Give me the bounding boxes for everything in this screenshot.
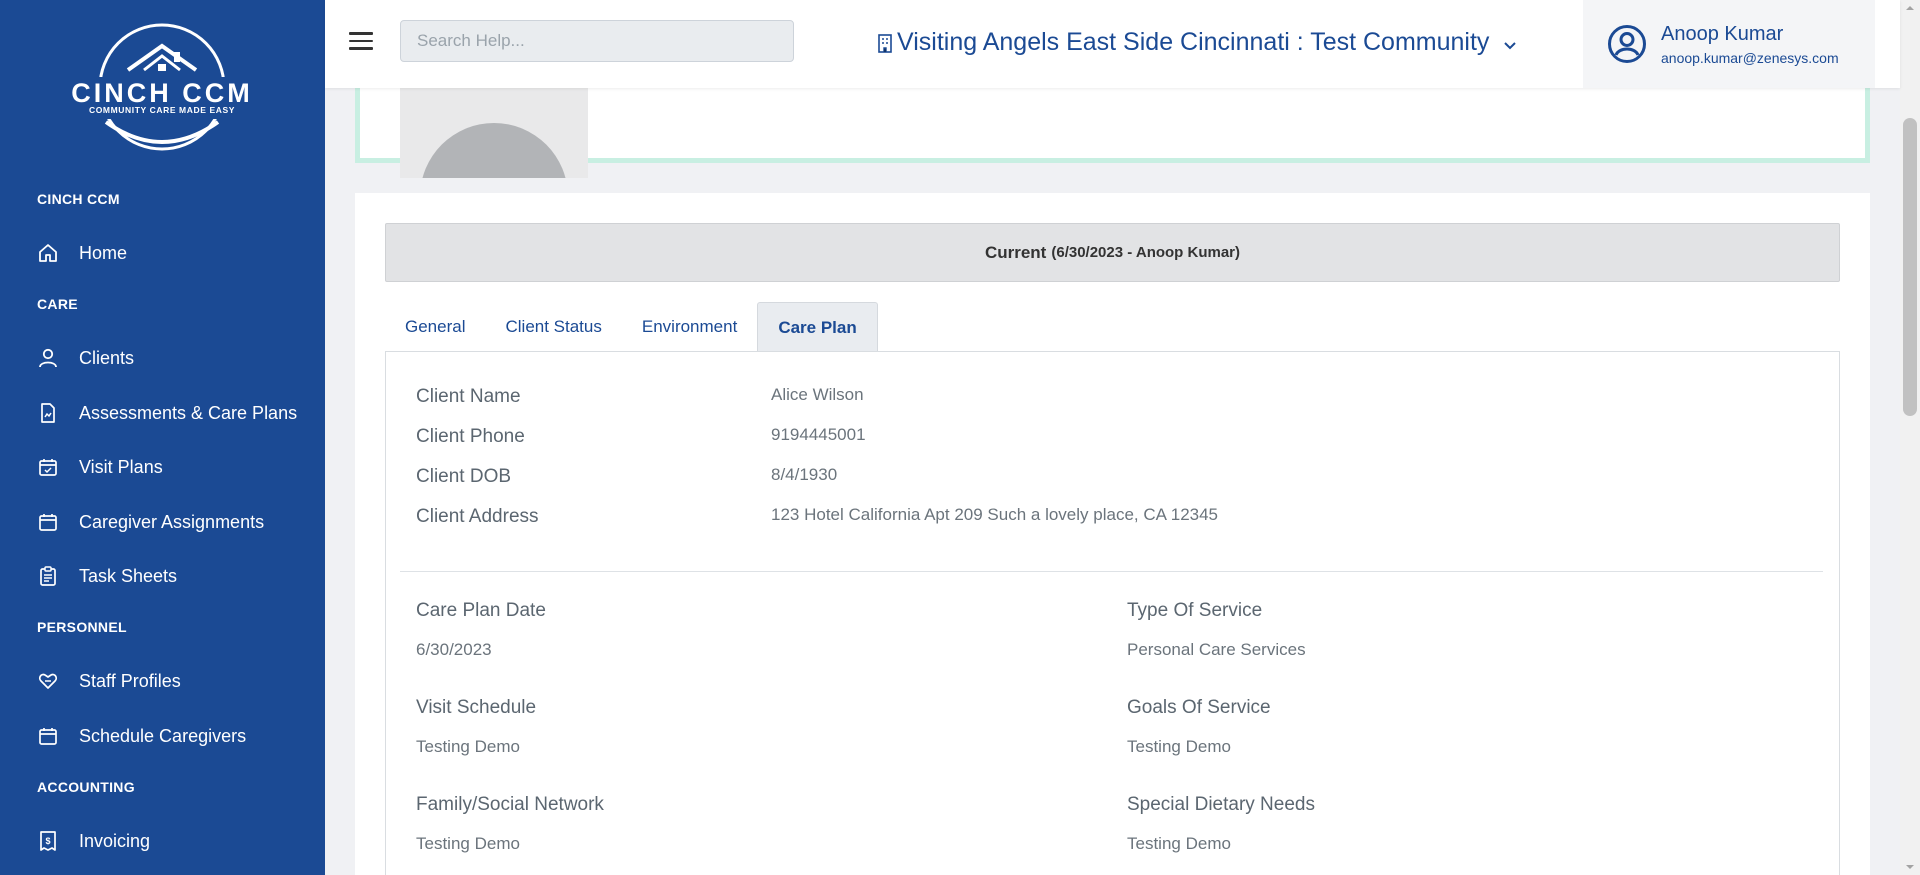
client-name-label: Client Name <box>416 386 521 407</box>
client-phone-label: Client Phone <box>416 426 525 447</box>
sidebar-item-label: Clients <box>79 347 135 368</box>
client-address-label: Client Address <box>416 506 539 527</box>
sidebar-item-label: Invoicing <box>79 830 151 851</box>
type-of-service-field: Type Of Service Personal Care Services <box>1127 600 1306 660</box>
sidebar-item-label: Home <box>79 242 128 263</box>
svg-text:$: $ <box>45 836 50 846</box>
sidebar-item-schedule-caregivers[interactable]: Schedule Caregivers <box>0 713 325 759</box>
sidebar-item-visit-plans[interactable]: Visit Plans <box>0 444 325 490</box>
chevron-down-icon <box>1503 38 1517 49</box>
sidebar-item-invoicing[interactable]: $ Invoicing <box>0 818 325 864</box>
current-label: Current <box>984 242 1047 262</box>
section-personnel: PERSONNEL <box>37 619 127 635</box>
divider <box>400 571 1823 572</box>
sidebar-item-task-sheets[interactable]: Task Sheets <box>0 553 325 599</box>
clipboard-icon <box>37 565 59 587</box>
care-plan-card: Current (6/30/2023 - Anoop Kumar) Genera… <box>355 193 1870 875</box>
scroll-down-arrow-icon[interactable] <box>1900 859 1920 875</box>
field-label: Special Dietary Needs <box>1127 794 1315 815</box>
home-icon <box>37 242 59 264</box>
building-icon <box>877 33 895 53</box>
sidebar-item-caregiver-assignments[interactable]: Caregiver Assignments <box>0 499 325 545</box>
field-label: Family/Social Network <box>416 794 604 815</box>
tab-care-plan[interactable]: Care Plan <box>757 302 878 352</box>
field-label: Visit Schedule <box>416 697 537 718</box>
goals-of-service-field: Goals Of Service Testing Demo <box>1127 697 1271 757</box>
sidebar-item-home[interactable]: Home <box>0 230 325 276</box>
client-phone-value: 9194445001 <box>771 425 866 444</box>
current-detail: (6/30/2023 - Anoop Kumar) <box>1051 244 1241 261</box>
client-dob-value: 8/4/1930 <box>771 465 838 484</box>
sidebar-item-clients[interactable]: Clients <box>0 335 325 381</box>
tab-general[interactable]: General <box>385 302 485 352</box>
heart-hand-icon <box>37 670 59 692</box>
client-photo-placeholder <box>400 80 588 178</box>
client-dob-label: Client DOB <box>416 466 512 487</box>
care-plan-date-field: Care Plan Date 6/30/2023 <box>416 600 546 660</box>
client-name-value: Alice Wilson <box>771 385 864 404</box>
field-value: Testing Demo <box>416 737 520 756</box>
svg-text:COMMUNITY CARE MADE EASY: COMMUNITY CARE MADE EASY <box>89 105 235 115</box>
search-input[interactable] <box>400 20 794 62</box>
section-cinch-ccm: CINCH CCM <box>37 191 120 207</box>
visit-schedule-field: Visit Schedule Testing Demo <box>416 697 536 757</box>
field-label: Goals Of Service <box>1127 697 1271 718</box>
sidebar: CINCH CCM COMMUNITY CARE MADE EASY CINCH… <box>0 0 325 875</box>
field-value: Testing Demo <box>1127 737 1231 756</box>
section-accounting: ACCOUNTING <box>37 779 135 795</box>
calendar-icon <box>37 725 59 747</box>
svg-text:CINCH CCM: CINCH CCM <box>71 78 253 108</box>
invoice-icon: $ <box>37 830 59 852</box>
sidebar-item-label: Staff Profiles <box>79 670 181 691</box>
calendar-icon <box>37 511 59 533</box>
community-name: Visiting Angels East Side Cincinnati : T… <box>897 28 1490 56</box>
sidebar-item-label: Task Sheets <box>79 565 178 586</box>
field-value: Testing Demo <box>416 834 520 853</box>
scrollbar-thumb[interactable] <box>1903 118 1917 416</box>
sidebar-item-label: Assessments & Care Plans <box>79 402 298 423</box>
field-value: 6/30/2023 <box>416 640 492 659</box>
special-dietary-needs-field: Special Dietary Needs Testing Demo <box>1127 794 1315 854</box>
client-address-value: 123 Hotel California Apt 209 Such a love… <box>771 505 1219 524</box>
community-selector[interactable]: Visiting Angels East Side Cincinnati : T… <box>877 28 1517 57</box>
calendar-plan-icon <box>37 456 59 478</box>
sidebar-item-label: Schedule Caregivers <box>79 725 247 746</box>
user-icon <box>37 347 59 369</box>
top-header: Visiting Angels East Side Cincinnati : T… <box>325 0 1900 88</box>
current-version-banner: Current (6/30/2023 - Anoop Kumar) <box>385 223 1840 282</box>
sidebar-item-assessments-care-plans[interactable]: Assessments & Care Plans <box>0 390 325 436</box>
user-avatar-icon <box>1607 24 1647 64</box>
scroll-up-arrow-icon[interactable] <box>1900 0 1920 16</box>
care-plan-panel: Client Name Alice Wilson Client Phone 91… <box>385 351 1840 875</box>
document-chart-icon <box>37 402 59 424</box>
cinch-ccm-logo[interactable]: CINCH CCM COMMUNITY CARE MADE EASY <box>66 22 258 152</box>
user-menu[interactable]: Anoop Kumar anoop.kumar@zenesys.com <box>1583 0 1875 88</box>
user-name: Anoop Kumar <box>1661 22 1784 45</box>
user-email: anoop.kumar@zenesys.com <box>1661 49 1839 66</box>
tab-bar: General Client Status Environment Care P… <box>385 302 878 352</box>
family-social-network-field: Family/Social Network Testing Demo <box>416 794 604 854</box>
tab-client-status[interactable]: Client Status <box>485 302 621 352</box>
field-label: Type Of Service <box>1127 600 1263 621</box>
field-value: Personal Care Services <box>1127 640 1306 659</box>
section-care: CARE <box>37 296 78 312</box>
sidebar-item-label: Visit Plans <box>79 456 163 477</box>
tab-environment[interactable]: Environment <box>622 302 757 352</box>
sidebar-item-label: Caregiver Assignments <box>79 511 265 532</box>
field-value: Testing Demo <box>1127 834 1231 853</box>
field-label: Care Plan Date <box>416 600 546 621</box>
sidebar-item-staff-profiles[interactable]: Staff Profiles <box>0 658 325 704</box>
hamburger-menu-icon[interactable] <box>349 32 373 52</box>
